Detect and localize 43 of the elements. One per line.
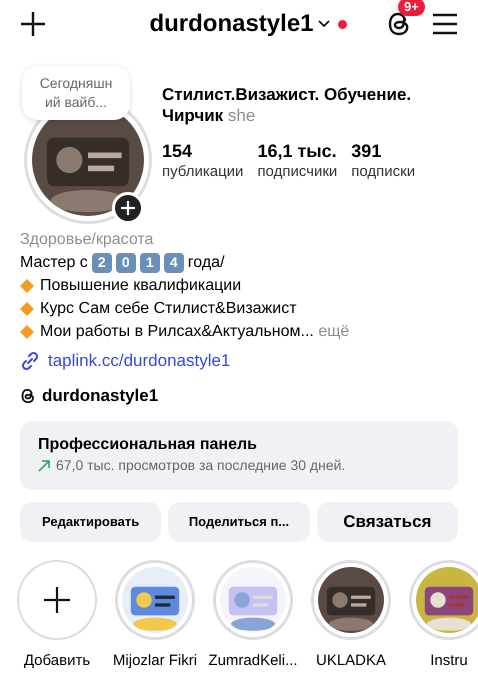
highlight-label[interactable]: ZumradKeli... xyxy=(208,650,298,672)
highlight-label[interactable]: UKLADKA xyxy=(316,650,386,672)
threads-icon xyxy=(20,386,36,404)
profile-name: Стилист.Визажист. Обучение. Чирчик she xyxy=(162,84,412,126)
bio-line: Курс Сам себе Стилист&Визажист xyxy=(40,299,297,319)
panel-title: Профессиональная панель xyxy=(38,435,258,455)
keycap-digit: 4 xyxy=(164,252,184,272)
stat[interactable]: 154 публикации xyxy=(162,140,244,182)
highlight-ring[interactable] xyxy=(409,560,478,640)
plus-icon xyxy=(44,587,70,613)
keycap-digit: 2 xyxy=(92,252,112,272)
diamond-icon xyxy=(20,278,34,292)
profile-link[interactable]: taplink.cc/durdonastyle1 xyxy=(48,349,230,372)
keycap-digit: 0 xyxy=(116,252,136,272)
stat[interactable]: 16,1 тыс. подписчики xyxy=(257,140,338,182)
highlight-label[interactable]: Instru xyxy=(430,650,468,672)
bio-line: Повышение квалификации xyxy=(40,276,242,296)
profile-button[interactable]: Связаться xyxy=(316,502,458,542)
highlight-label[interactable]: Добавить xyxy=(24,650,90,672)
keycap-digit: 1 xyxy=(140,252,160,272)
bio-text: Мастер с xyxy=(20,253,88,273)
menu-icon[interactable] xyxy=(432,13,458,35)
chevron-down-icon[interactable] xyxy=(318,20,330,28)
note-tooltip[interactable]: Сегодняшн ий вайб... xyxy=(22,66,130,120)
profile-button[interactable]: Редактировать xyxy=(20,502,162,542)
threads-handle[interactable]: durdonastyle1 xyxy=(42,384,158,407)
professional-panel[interactable]: Профессиональная панель 67,0 тыс. просмотров за последние 30 дней. xyxy=(20,421,458,490)
diamond-icon xyxy=(20,324,34,338)
username[interactable]: durdonastyle1 xyxy=(149,6,314,42)
profile-button[interactable]: Поделиться п... xyxy=(168,502,310,542)
bio-line: Мои работы в Рилсах&Актуальном... ещё xyxy=(40,322,350,342)
notification-badge: 9+ xyxy=(398,0,425,16)
category: Здоровье/красота xyxy=(20,230,154,250)
plus-icon[interactable] xyxy=(20,11,46,37)
highlight-label[interactable]: Mijozlar Fikri xyxy=(112,650,198,672)
trend-up-icon xyxy=(38,460,50,472)
plus-icon xyxy=(121,201,135,215)
highlight-ring[interactable] xyxy=(311,560,391,640)
stat[interactable]: 391 подписки xyxy=(351,140,416,182)
panel-subtitle: 67,0 тыс. просмотров за последние 30 дней. xyxy=(56,456,346,475)
diamond-icon xyxy=(20,302,34,316)
bio-text: года/ xyxy=(188,253,225,273)
link-icon xyxy=(20,350,40,370)
